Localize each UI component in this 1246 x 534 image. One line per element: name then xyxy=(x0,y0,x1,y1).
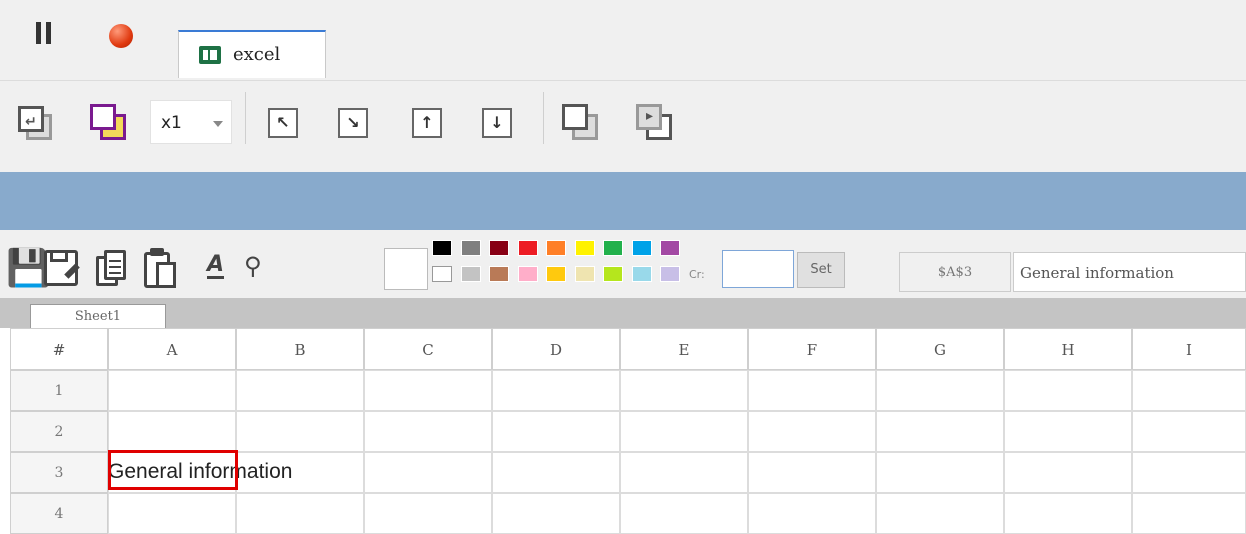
grid-cell[interactable] xyxy=(1004,452,1132,493)
color-swatch[interactable] xyxy=(517,240,538,256)
grid-cell[interactable] xyxy=(364,411,492,452)
highlight-box xyxy=(108,450,238,490)
row-header[interactable]: 2 xyxy=(10,411,108,452)
column-header[interactable]: F xyxy=(748,328,876,370)
arrow-down-icon: ↓ xyxy=(490,113,504,132)
grid-cell[interactable] xyxy=(108,411,236,452)
column-header[interactable]: B xyxy=(236,328,364,370)
row-header-corner: # xyxy=(10,328,108,370)
arrow-down-button[interactable]: ↓ xyxy=(482,108,512,138)
arrow-down-right-button[interactable]: ↘ xyxy=(338,108,368,138)
current-color-swatch[interactable] xyxy=(384,248,428,290)
arrow-up-left-icon: ↖ xyxy=(276,113,290,132)
arrow-up-left-button[interactable]: ↖ xyxy=(268,108,298,138)
grid-cell[interactable] xyxy=(620,452,748,493)
zoom-select[interactable]: x1 xyxy=(150,100,232,144)
grid-cell[interactable] xyxy=(748,452,876,493)
fill-color-icon[interactable]: ⚲ xyxy=(244,252,262,280)
grid-cell[interactable] xyxy=(876,370,1004,411)
tab-label: excel xyxy=(233,44,281,65)
zoom-value: x1 xyxy=(161,113,182,133)
color-swatch[interactable] xyxy=(631,240,652,256)
color-swatch[interactable] xyxy=(603,266,623,282)
font-color-icon[interactable]: A xyxy=(207,254,225,279)
toolbar-separator xyxy=(543,92,544,144)
color-swatch[interactable] xyxy=(546,266,566,282)
toolbar-separator xyxy=(245,92,246,144)
arrow-up-icon: ↑ xyxy=(420,113,434,132)
grid-cell[interactable] xyxy=(876,452,1004,493)
column-header[interactable]: C xyxy=(364,328,492,370)
formula-input[interactable]: General information xyxy=(1013,252,1246,292)
color-code-input[interactable] xyxy=(722,250,794,288)
grid-cell[interactable] xyxy=(748,370,876,411)
grid-cell[interactable] xyxy=(492,411,620,452)
save-as-icon[interactable] xyxy=(44,250,84,290)
pause-icon[interactable] xyxy=(36,22,52,44)
grid-cell[interactable] xyxy=(620,370,748,411)
excel-icon xyxy=(199,46,221,64)
column-header[interactable]: I xyxy=(1132,328,1246,370)
column-header[interactable]: E xyxy=(620,328,748,370)
grid-cell[interactable] xyxy=(236,370,364,411)
color-swatch[interactable] xyxy=(574,266,595,282)
color-swatch[interactable] xyxy=(460,266,481,282)
arrow-down-right-icon: ↘ xyxy=(346,113,360,132)
row-header[interactable]: 1 xyxy=(10,370,108,411)
color-swatch[interactable] xyxy=(603,240,623,256)
grid-cell[interactable] xyxy=(364,452,492,493)
color-swatch[interactable] xyxy=(432,240,452,256)
screen-back-icon[interactable]: ↵ xyxy=(18,106,54,142)
color-swatch[interactable] xyxy=(660,240,680,256)
title-band xyxy=(0,172,1246,230)
chevron-down-icon xyxy=(213,121,223,127)
grid-cell[interactable] xyxy=(364,370,492,411)
grid-cell[interactable] xyxy=(876,411,1004,452)
color-swatch[interactable] xyxy=(517,266,538,282)
set-button[interactable]: Set xyxy=(797,252,845,288)
column-header[interactable]: H xyxy=(1004,328,1132,370)
color-swatch[interactable] xyxy=(660,266,680,282)
grid-cell[interactable] xyxy=(1004,411,1132,452)
grid-cell[interactable] xyxy=(620,411,748,452)
grid-cell[interactable] xyxy=(1132,370,1246,411)
column-header[interactable]: D xyxy=(492,328,620,370)
row-header[interactable]: 3 xyxy=(10,452,108,493)
window-restore-icon[interactable]: ▸ xyxy=(636,104,676,144)
color-swatch[interactable] xyxy=(489,240,509,256)
grid-cell[interactable] xyxy=(748,411,876,452)
sheet-tabs-bar xyxy=(0,298,1246,328)
sheet-tab[interactable]: Sheet1 xyxy=(30,304,166,328)
grid-cell[interactable] xyxy=(492,452,620,493)
grid-cell[interactable] xyxy=(1132,452,1246,493)
grid-cell[interactable] xyxy=(1004,370,1132,411)
color-swatch[interactable] xyxy=(460,240,481,256)
grid-cell[interactable] xyxy=(492,370,620,411)
tab-excel[interactable]: excel xyxy=(178,30,326,78)
column-header[interactable]: G xyxy=(876,328,1004,370)
color-swatch[interactable] xyxy=(574,240,595,256)
arrow-up-button[interactable]: ↑ xyxy=(412,108,442,138)
grid-cell[interactable] xyxy=(1132,411,1246,452)
cell-reference: $A$3 xyxy=(899,252,1011,292)
color-swatch[interactable] xyxy=(489,266,509,282)
column-header[interactable]: A xyxy=(108,328,236,370)
window-forward-icon[interactable] xyxy=(562,104,602,144)
grid-cell[interactable] xyxy=(236,411,364,452)
record-screen-icon[interactable] xyxy=(90,104,130,144)
copy-icon[interactable] xyxy=(96,250,130,290)
record-icon[interactable] xyxy=(109,24,133,48)
color-swatch[interactable] xyxy=(631,266,652,282)
color-swatch[interactable] xyxy=(546,240,566,256)
paste-icon[interactable] xyxy=(144,248,180,290)
grid-cell[interactable] xyxy=(108,370,236,411)
color-swatch[interactable] xyxy=(432,266,452,282)
cr-label: Cr: xyxy=(689,268,705,281)
